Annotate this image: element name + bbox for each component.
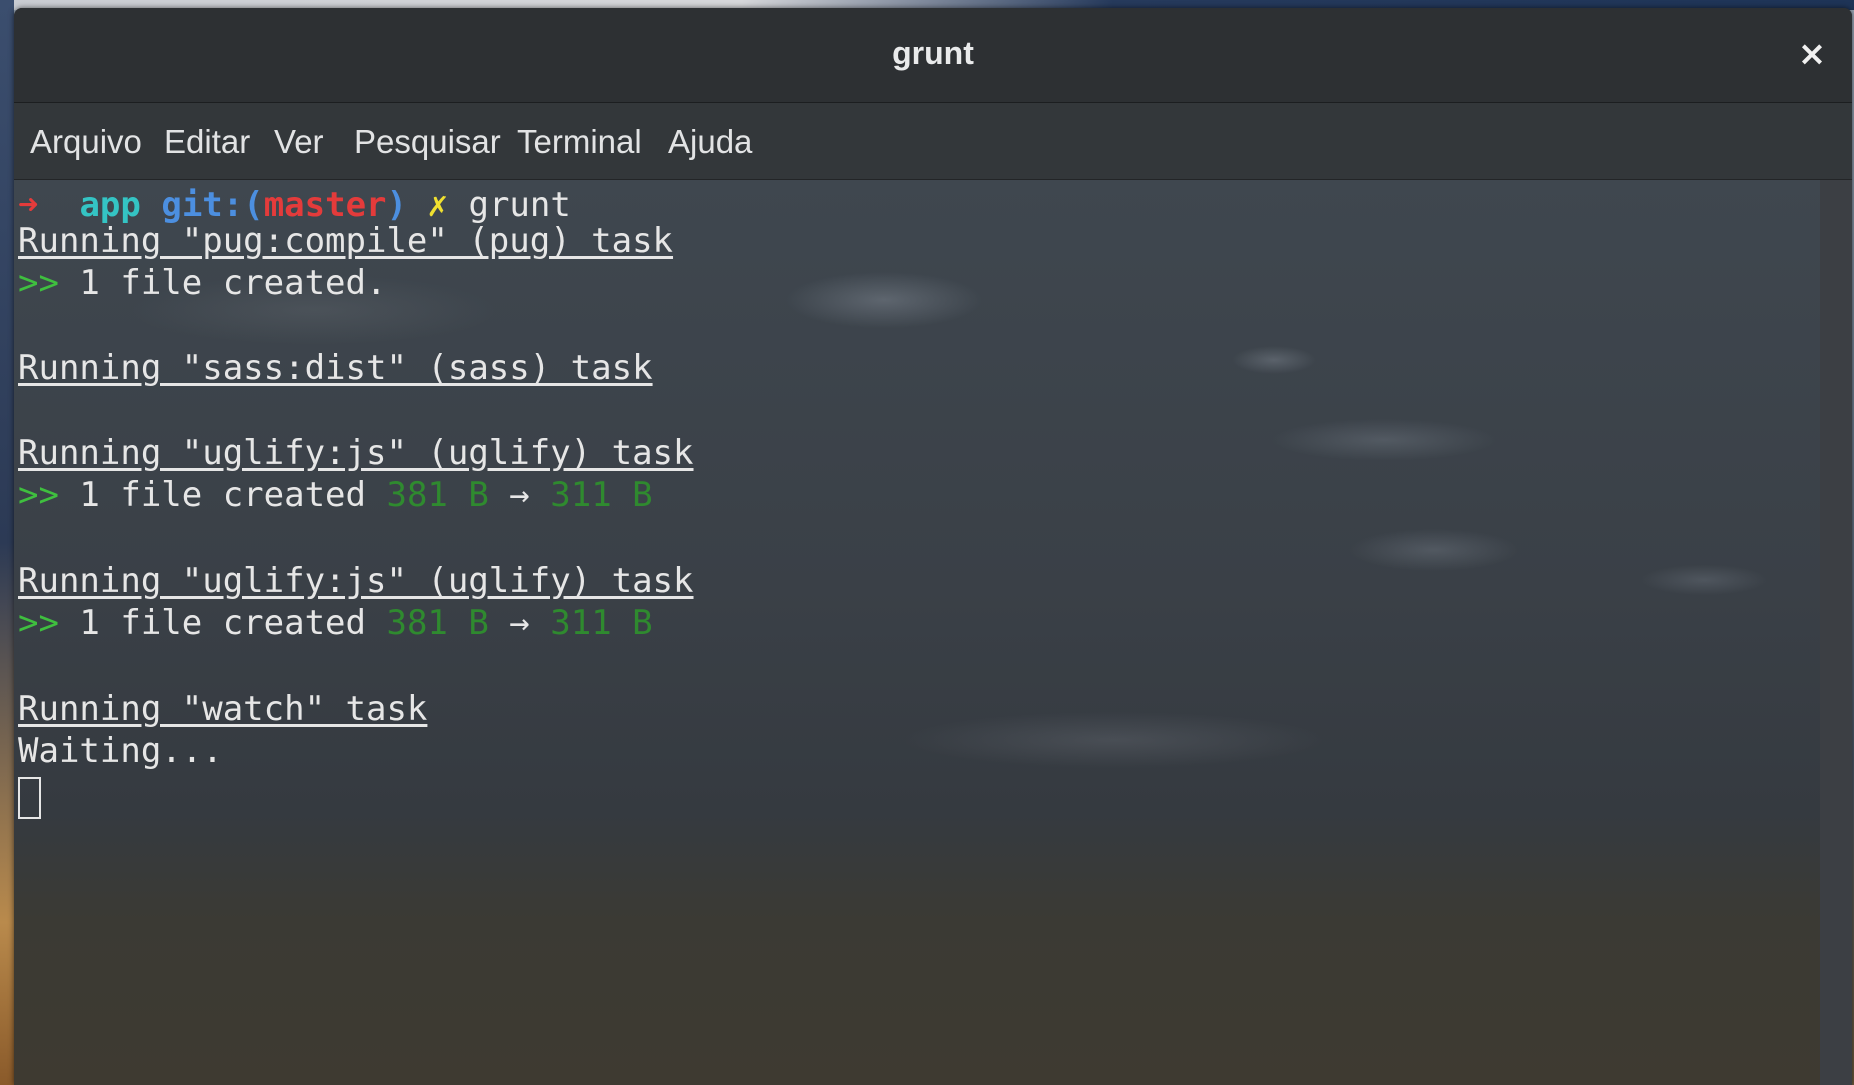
title-bar[interactable]: grunt × — [14, 8, 1852, 103]
waiting-line: Waiting... — [18, 731, 223, 771]
terminal-window: grunt × Arquivo Editar Ver Pesquisar Ter… — [14, 8, 1852, 1085]
size-after-1: 311 B — [550, 475, 653, 515]
terminal-output-area[interactable]: ➜ app git:(master) ✗ grunt Running "pug:… — [14, 180, 1820, 1085]
pug-task-line: Running "pug:compile" (pug) task — [18, 221, 674, 261]
menu-terminal[interactable]: Terminal — [517, 123, 642, 161]
size-before-2: 381 B — [386, 603, 489, 643]
window-title: grunt — [892, 35, 974, 71]
uglify-result-text-2: 1 file created — [58, 603, 387, 643]
prompt-command: grunt — [468, 185, 571, 225]
pug-result-line: >> 1 file created. — [18, 262, 386, 304]
pug-result-text: 1 file created. — [58, 263, 387, 303]
size-before-1: 381 B — [386, 475, 489, 515]
uglify-result-text-1: 1 file created — [58, 475, 387, 515]
success-marker: >> — [18, 263, 59, 303]
size-arrow-2: → — [488, 603, 551, 643]
prompt-directory: app — [79, 185, 141, 225]
prompt-dirty-mark: ✗ — [427, 185, 448, 225]
uglify-result-line-1: >> 1 file created 381 B → 311 B — [18, 474, 653, 516]
menu-ver[interactable]: Ver — [274, 123, 324, 161]
uglify-result-line-2: >> 1 file created 381 B → 311 B — [18, 602, 653, 644]
menu-arquivo[interactable]: Arquivo — [30, 123, 142, 161]
prompt-git-branch: master — [263, 185, 387, 225]
uglify-task-line-1: Running "uglify:js" (uglify) task — [18, 433, 694, 473]
menu-editar[interactable]: Editar — [164, 123, 250, 161]
sass-task-line: Running "sass:dist" (sass) task — [18, 348, 653, 388]
uglify-task-line-2: Running "uglify:js" (uglify) task — [18, 561, 694, 601]
close-button[interactable]: × — [1790, 32, 1834, 76]
menu-bar: Arquivo Editar Ver Pesquisar Terminal Aj… — [14, 103, 1852, 180]
menu-pesquisar[interactable]: Pesquisar — [354, 123, 501, 161]
size-arrow-1: → — [488, 475, 551, 515]
watch-task-line: Running "watch" task — [18, 689, 428, 729]
size-after-2: 311 B — [550, 603, 653, 643]
prompt-git-suffix: ) — [386, 185, 408, 225]
success-marker: >> — [18, 603, 59, 643]
terminal-scrollbar[interactable] — [1820, 180, 1852, 1085]
prompt-arrow-icon: ➜ — [18, 185, 39, 225]
prompt-git-prefix: git:( — [161, 185, 264, 225]
menu-ajuda[interactable]: Ajuda — [668, 123, 752, 161]
desktop-background-left — [0, 0, 14, 1085]
success-marker: >> — [18, 475, 59, 515]
terminal-cursor — [18, 777, 41, 819]
